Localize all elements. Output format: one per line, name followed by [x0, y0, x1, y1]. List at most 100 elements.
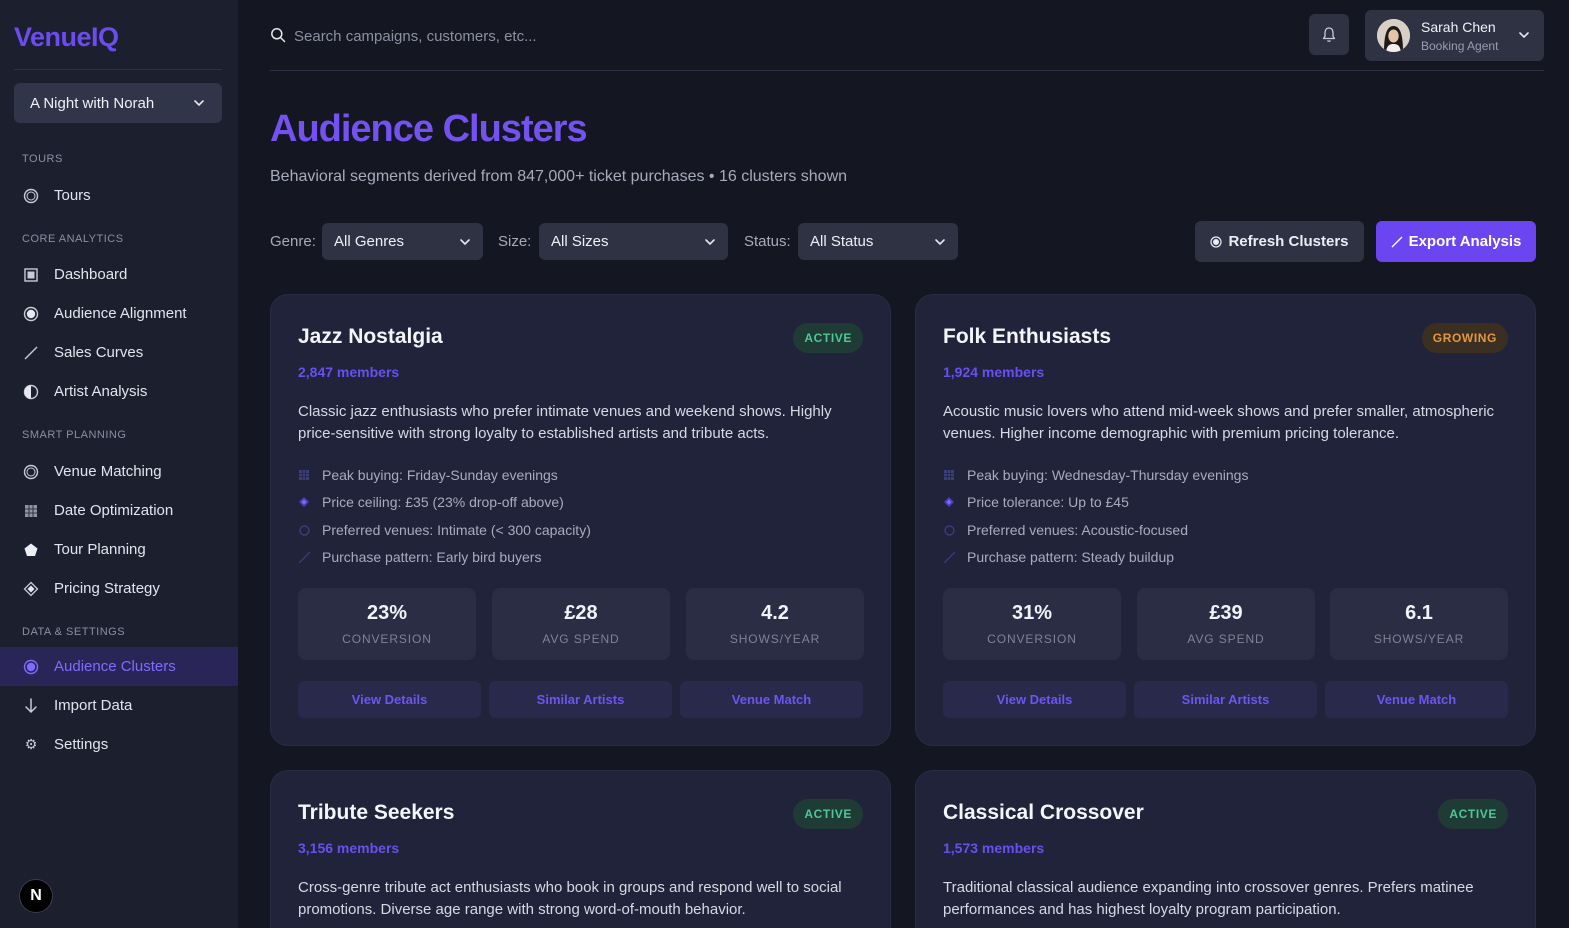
workspace-avatar[interactable]: N: [19, 879, 53, 913]
arrow-down-icon: [22, 697, 40, 715]
metric-conversion: 23% CONVERSION: [298, 588, 476, 660]
circle-dot-icon: [22, 658, 40, 676]
metric-value: 23%: [366, 602, 408, 624]
status-badge: ACTIVE: [793, 799, 863, 829]
user-menu[interactable]: Sarah Chen Booking Agent: [1365, 10, 1544, 61]
sidebar-item-label: Tour Planning: [54, 541, 146, 558]
metric-label: CONVERSION: [342, 632, 432, 646]
cluster-card-classical-crossover[interactable]: Classical Crossover ACTIVE 1,573 members…: [915, 770, 1536, 928]
size-filter-select[interactable]: All Sizes: [539, 223, 728, 260]
metric-value: £39: [1209, 602, 1243, 624]
chevron-down-icon: [194, 100, 204, 107]
sidebar-item-label: Artist Analysis: [54, 383, 148, 400]
sidebar-item-audience-clusters[interactable]: Audience Clusters: [0, 647, 238, 686]
cluster-description: Acoustic music lovers who attend mid-wee…: [943, 403, 1495, 442]
refresh-clusters-button[interactable]: Refresh Clusters: [1195, 221, 1364, 262]
page-subtitle: Behavioral segments derived from 847,000…: [270, 168, 848, 185]
status-badge: ACTIVE: [1438, 799, 1508, 829]
diamond-icon: [943, 496, 955, 508]
bell-icon: [1322, 27, 1336, 42]
cluster-card-tribute-seekers[interactable]: Tribute Seekers ACTIVE 3,156 members Cro…: [270, 770, 891, 928]
venue-match-button[interactable]: Venue Match: [1325, 681, 1508, 718]
cluster-trait: Purchase pattern: Early bird buyers: [298, 549, 541, 565]
sidebar-item-venue-matching[interactable]: Venue Matching: [0, 452, 238, 491]
similar-artists-button[interactable]: Similar Artists: [1134, 681, 1317, 718]
cluster-trait-text: Price ceiling: £35 (23% drop-off above): [322, 494, 564, 510]
search-icon: [271, 28, 286, 43]
chevron-down-icon: [935, 238, 945, 245]
sidebar-item-label: Import Data: [54, 697, 133, 714]
square-icon: [22, 266, 40, 284]
sidebar-item-sales-curves[interactable]: Sales Curves: [0, 333, 238, 372]
cluster-trait-text: Purchase pattern: Early bird buyers: [322, 549, 542, 565]
sidebar-item-label: Audience Clusters: [54, 658, 176, 675]
view-details-button[interactable]: View Details: [298, 681, 481, 718]
view-details-button[interactable]: View Details: [943, 681, 1126, 718]
cluster-trait-text: Preferred venues: Acoustic-focused: [967, 522, 1189, 538]
cluster-description: Classic jazz enthusiasts who prefer inti…: [298, 403, 832, 442]
metric-value: 31%: [1011, 602, 1053, 624]
cluster-trait-text: Peak buying: Friday-Sunday evenings: [322, 467, 558, 483]
metric-label: AVG SPEND: [542, 632, 620, 646]
sidebar-item-label: Audience Alignment: [54, 305, 187, 322]
refresh-clusters-label: Refresh Clusters: [1228, 233, 1349, 250]
gear-icon: ⚙: [24, 736, 38, 752]
notifications-button[interactable]: [1309, 14, 1349, 55]
similar-artists-button[interactable]: Similar Artists: [489, 681, 672, 718]
sidebar-item-label: Tours: [54, 187, 91, 204]
header-divider: [270, 70, 1544, 71]
circle-outline-icon: [22, 463, 40, 481]
calendar-icon: [298, 469, 310, 481]
cluster-trait: Peak buying: Wednesday-Thursday evenings: [943, 467, 1248, 483]
status-badge: GROWING: [1421, 323, 1508, 353]
chevron-down-icon: [705, 238, 715, 245]
metric-shows-per-year: 4.2 SHOWS/YEAR: [686, 588, 864, 660]
sidebar-item-date-optimization[interactable]: Date Optimization: [0, 491, 238, 530]
circle-outline-icon: [22, 187, 40, 205]
cluster-trait-text: Preferred venues: Intimate (< 300 capaci…: [322, 522, 591, 538]
metric-value: 6.1: [1405, 602, 1433, 624]
circle-dot-icon: [22, 305, 40, 323]
sidebar-item-tour-planning[interactable]: Tour Planning: [0, 530, 238, 569]
sidebar-item-dashboard[interactable]: Dashboard: [0, 255, 238, 294]
cluster-name: Classical Crossover: [943, 801, 1144, 824]
venue-match-button[interactable]: Venue Match: [680, 681, 863, 718]
trend-line-icon: [22, 344, 40, 362]
cluster-card-jazz-nostalgia[interactable]: Jazz Nostalgia ACTIVE 2,847 members Clas…: [270, 294, 891, 746]
user-name: Sarah Chen: [1421, 19, 1496, 35]
metric-conversion: 31% CONVERSION: [943, 588, 1121, 660]
search-input[interactable]: [294, 20, 994, 52]
cluster-description: Cross-genre tribute act enthusiasts who …: [298, 879, 842, 918]
sidebar-item-artist-analysis[interactable]: Artist Analysis: [0, 372, 238, 411]
circle-outline-icon: [943, 524, 955, 536]
cluster-card-folk-enthusiasts[interactable]: Folk Enthusiasts GROWING 1,924 members A…: [915, 294, 1536, 746]
sidebar-item-label: Sales Curves: [54, 344, 144, 361]
cluster-trait-text: Peak buying: Wednesday-Thursday evenings: [967, 467, 1249, 483]
metric-label: CONVERSION: [987, 632, 1077, 646]
nav-section-data-settings: DATA & SETTINGS: [22, 626, 126, 638]
project-selector[interactable]: A Night with Norah: [14, 83, 222, 123]
cluster-trait-text: Price tolerance: Up to £45: [967, 494, 1129, 510]
cluster-description: Traditional classical audience expanding…: [943, 879, 1474, 918]
genre-filter-select[interactable]: All Genres: [322, 223, 483, 260]
sidebar-item-pricing-strategy[interactable]: Pricing Strategy: [0, 569, 238, 608]
sidebar-item-settings[interactable]: ⚙ Settings: [0, 725, 238, 764]
sidebar-item-audience-alignment[interactable]: Audience Alignment: [0, 294, 238, 333]
metric-value: £28: [564, 602, 598, 624]
sidebar-item-import-data[interactable]: Import Data: [0, 686, 238, 725]
size-filter-value: All Sizes: [551, 233, 609, 250]
refresh-icon: [1210, 235, 1223, 248]
page-title: Audience Clusters: [270, 108, 588, 150]
app-logo[interactable]: VenueIQ: [14, 22, 119, 53]
status-filter-select[interactable]: All Status: [798, 223, 958, 260]
cluster-trait: Peak buying: Friday-Sunday evenings: [298, 467, 558, 483]
cluster-name: Tribute Seekers: [298, 801, 455, 824]
genre-filter-value: All Genres: [334, 233, 405, 250]
nav-section-smart-planning: SMART PLANNING: [22, 429, 127, 441]
cluster-trait: Preferred venues: Acoustic-focused: [943, 522, 1188, 538]
export-analysis-button[interactable]: Export Analysis: [1376, 221, 1536, 262]
chevron-down-icon: [460, 238, 470, 245]
sidebar-item-tours[interactable]: Tours: [0, 176, 238, 215]
trend-line-icon: [943, 551, 955, 563]
nav-section-tours: TOURS: [22, 153, 63, 165]
